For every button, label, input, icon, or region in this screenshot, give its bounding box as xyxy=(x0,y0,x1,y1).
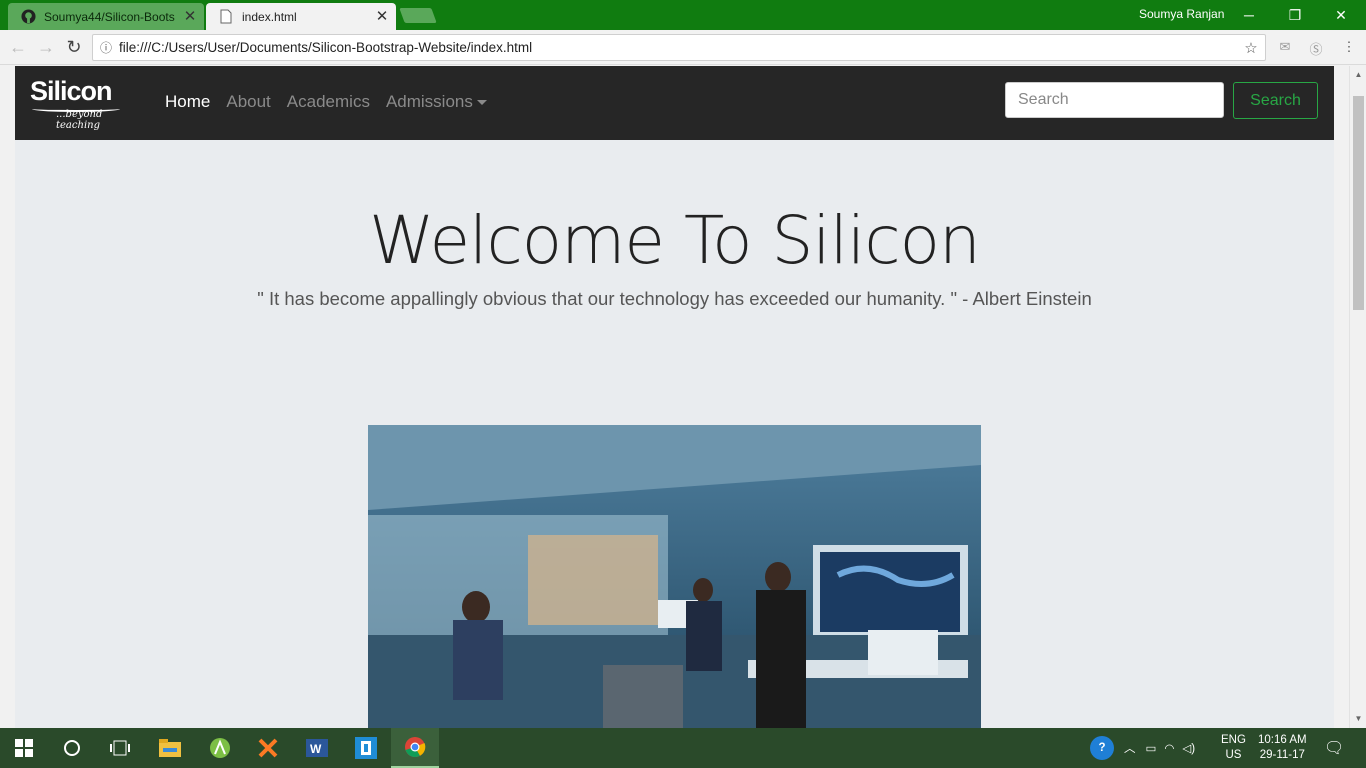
hero-image xyxy=(368,425,981,728)
chevron-down-icon xyxy=(476,100,487,106)
nav-about[interactable]: About xyxy=(226,92,270,112)
wifi-icon[interactable]: ◠ xyxy=(1164,741,1174,755)
search-button[interactable]: Search xyxy=(1233,82,1318,119)
page-icon xyxy=(218,9,234,25)
close-icon[interactable]: ✕ xyxy=(374,8,390,25)
tab-label: Soumya44/Silicon-Boots xyxy=(44,9,175,24)
logo-swoosh xyxy=(32,106,120,112)
volume-icon[interactable]: ◁) xyxy=(1182,741,1195,755)
clock-time: 10:16 AM xyxy=(1258,734,1307,746)
page-viewport: Silicon ...beyond teaching Home About Ac… xyxy=(0,66,1349,728)
gmail-extension-icon[interactable]: ✉ xyxy=(1276,39,1294,55)
scroll-down-icon[interactable]: ▼ xyxy=(1350,712,1366,726)
help-icon[interactable]: ? xyxy=(1090,736,1114,760)
search-input[interactable]: Search xyxy=(1005,82,1224,118)
info-icon[interactable]: ⓘ xyxy=(93,39,119,56)
browser-tab-bar: Soumya44/Silicon-Boots ✕ index.html ✕ So… xyxy=(0,0,1366,30)
page-scrollbar[interactable]: ▲ ▼ xyxy=(1349,66,1366,728)
profile-name[interactable]: Soumya Ranjan xyxy=(1139,7,1224,21)
site-navbar: Silicon ...beyond teaching Home About Ac… xyxy=(15,66,1334,140)
browser-toolbar: ← → ↻ ⓘ file:///C:/Users/User/Documents/… xyxy=(0,30,1366,65)
system-tray: ? ︿ ▭ ◠ ◁) xyxy=(1090,728,1207,768)
nav-admissions[interactable]: Admissions xyxy=(386,92,487,112)
bookmark-star-icon[interactable]: ☆ xyxy=(1237,39,1265,57)
lang-top: ENG xyxy=(1221,734,1246,746)
task-view-icon[interactable] xyxy=(96,728,144,768)
word-icon[interactable]: W xyxy=(293,728,341,768)
forward-icon[interactable]: → xyxy=(34,36,58,58)
url-text: file:///C:/Users/User/Documents/Silicon-… xyxy=(119,40,533,55)
clock[interactable]: 10:16 AM 29-11-17 xyxy=(1258,728,1307,768)
app-icon[interactable] xyxy=(342,728,390,768)
windows-start-icon[interactable] xyxy=(0,728,48,768)
chrome-icon[interactable] xyxy=(391,728,439,768)
page-title: Welcome To Silicon xyxy=(369,202,981,279)
svg-text:W: W xyxy=(310,742,322,756)
nav-links: Home About Academics Admissions xyxy=(165,92,487,112)
xampp-icon[interactable] xyxy=(244,728,292,768)
einstein-quote: " It has become appallingly obvious that… xyxy=(257,288,1092,309)
close-icon[interactable]: ✕ xyxy=(182,8,198,25)
nav-admissions-label: Admissions xyxy=(385,92,473,111)
menu-icon[interactable]: ⋮ xyxy=(1340,39,1358,55)
android-studio-icon[interactable] xyxy=(196,728,244,768)
minimize-icon[interactable]: ─ xyxy=(1226,0,1272,30)
nav-home[interactable]: Home xyxy=(165,92,210,112)
tab-index[interactable]: index.html ✕ xyxy=(206,3,396,30)
github-icon xyxy=(20,9,36,25)
scroll-up-icon[interactable]: ▲ xyxy=(1350,68,1366,82)
action-center-icon[interactable]: 🗨 xyxy=(1324,728,1344,768)
scrollbar-thumb[interactable] xyxy=(1353,96,1364,310)
language-indicator[interactable]: ENG US xyxy=(1221,728,1246,768)
file-explorer-icon[interactable] xyxy=(146,728,194,768)
address-bar[interactable]: ⓘ file:///C:/Users/User/Documents/Silico… xyxy=(92,34,1266,61)
new-tab-button[interactable] xyxy=(399,8,437,23)
cortana-icon[interactable] xyxy=(48,728,96,768)
reload-icon[interactable]: ↻ xyxy=(62,36,86,58)
battery-icon[interactable]: ▭ xyxy=(1146,741,1157,755)
restore-icon[interactable]: ❐ xyxy=(1272,0,1318,30)
nav-academics[interactable]: Academics xyxy=(287,92,370,112)
back-icon[interactable]: ← xyxy=(6,36,30,58)
site-logo[interactable]: Silicon ...beyond teaching xyxy=(30,76,145,131)
window-close-icon[interactable]: ✕ xyxy=(1318,0,1364,30)
windows-taskbar: W ? ︿ ▭ ◠ ◁) ENG US 10:16 AM 29-11-17 🗨 xyxy=(0,728,1366,768)
tab-github[interactable]: Soumya44/Silicon-Boots ✕ xyxy=(8,3,204,30)
jumbotron: Welcome To Silicon " It has become appal… xyxy=(15,140,1334,728)
lang-bottom: US xyxy=(1225,749,1242,761)
tab-label: index.html xyxy=(242,9,297,24)
clock-date: 29-11-17 xyxy=(1259,749,1305,761)
logo-tagline: ...beyond teaching xyxy=(56,109,103,131)
logo-title: Silicon xyxy=(30,76,113,106)
skype-extension-icon[interactable]: Ⓢ xyxy=(1307,39,1325,57)
chevron-up-icon[interactable]: ︿ xyxy=(1124,740,1136,756)
